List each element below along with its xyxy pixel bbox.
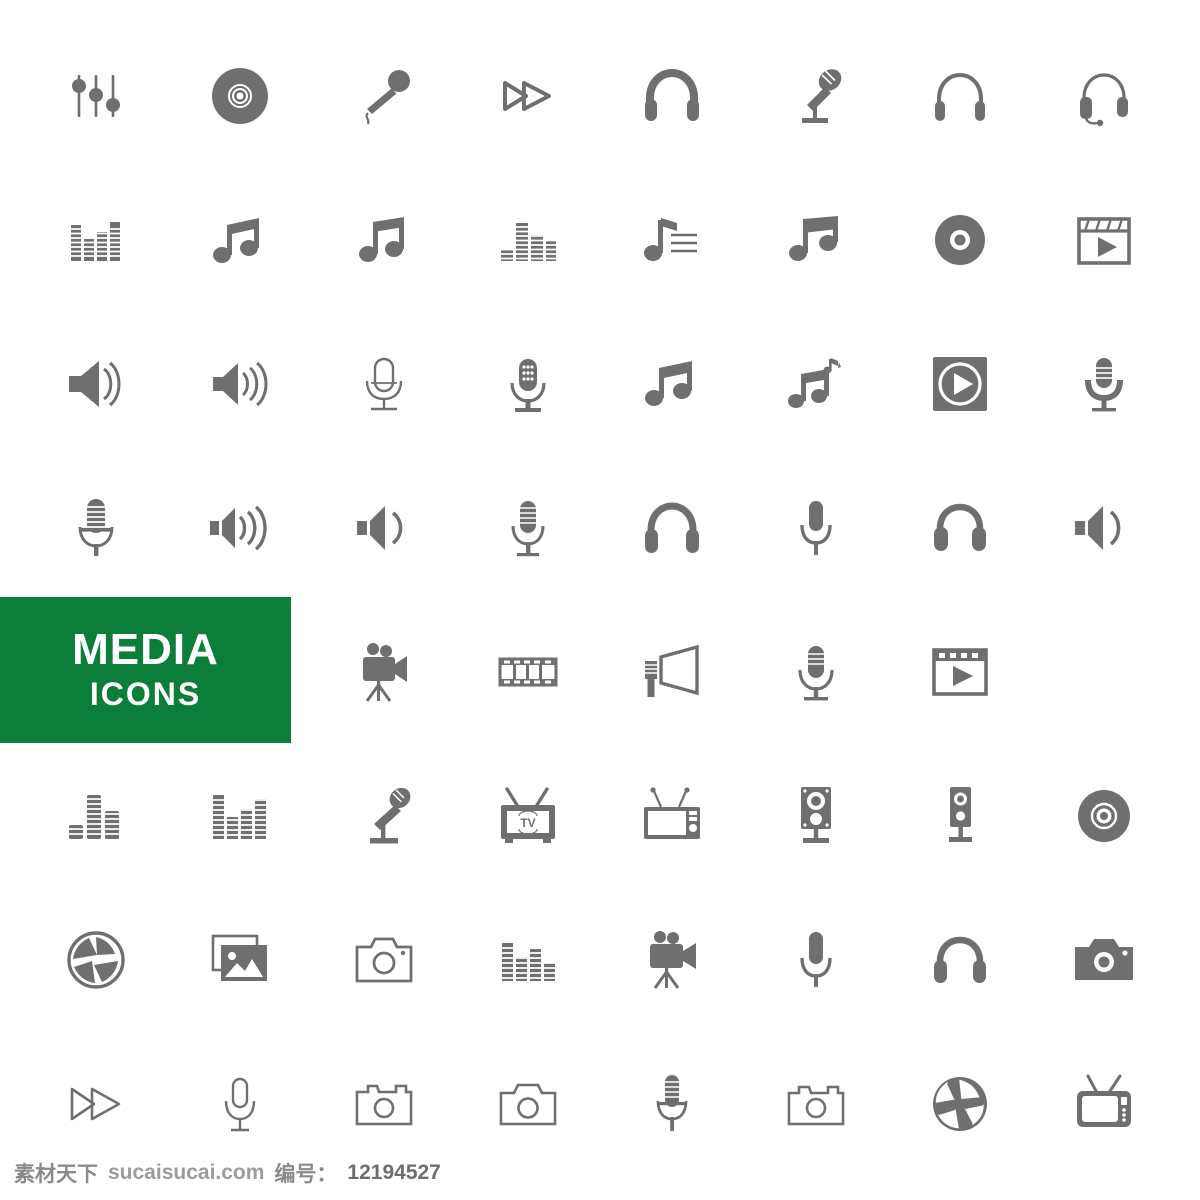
disc-outline-icon[interactable] [1032,744,1176,888]
music-note-beamed-alt-icon[interactable] [312,168,456,312]
row5-empty-cell [1032,600,1176,744]
fast-forward-filled-icon[interactable] [456,24,600,168]
tv-retro-antenna-icon[interactable] [1032,1032,1176,1176]
volume-waves-icon[interactable] [168,456,312,600]
banner-subtitle: ICONS [89,675,202,712]
music-note-pair-icon[interactable] [600,312,744,456]
studio-speaker-icon[interactable] [744,744,888,888]
aperture-solid-icon[interactable] [888,1032,1032,1176]
headphones-compact-icon[interactable] [888,888,1032,1032]
headphones-thick-icon[interactable] [600,456,744,600]
music-note-angled-icon[interactable] [744,168,888,312]
tv-antenna-icon[interactable] [600,744,744,888]
retro-microphone-icon[interactable] [24,456,168,600]
fast-forward-outline-icon[interactable] [24,1032,168,1176]
microphone-solid-icon[interactable] [744,600,888,744]
microphone-outline-stand-icon[interactable] [312,312,456,456]
equalizer-sliders-icon[interactable] [24,24,168,168]
volume-low-icon[interactable] [312,456,456,600]
disc-solid-icon[interactable] [888,168,1032,312]
equalizer-stacked-icon[interactable] [24,744,168,888]
play-button-square-icon[interactable] [888,312,1032,456]
microphone-slim-icon[interactable] [744,456,888,600]
icon-grid: TV [0,0,1200,1152]
equalizer-bars-icon[interactable] [24,168,168,312]
movie-camera-tripod-icon[interactable] [312,600,456,744]
studio-microphone-stand-icon[interactable] [744,24,888,168]
camera-solid-icon[interactable] [1032,888,1176,1032]
condenser-microphone-icon[interactable] [456,456,600,600]
headphones-outline-icon[interactable] [888,24,1032,168]
video-player-icon[interactable] [888,600,1032,744]
video-camera-tripod-icon[interactable] [600,888,744,1032]
icon-sheet: TV MEDIA ICONS 素材天下 sucaisucai.com 编号： 1… [0,0,1200,1200]
equalizer-chart-icon[interactable] [168,744,312,888]
music-notes-extra-icon[interactable] [744,312,888,456]
footer-brand: 素材天下 [14,1163,98,1186]
vintage-microphone-icon[interactable] [1032,312,1176,456]
footer-id-value: 12194527 [347,1161,441,1184]
microphone-pill-icon[interactable] [744,888,888,1032]
footer-id-label: 编号： [274,1163,338,1186]
camera-outline-alt-icon[interactable] [744,1032,888,1176]
handheld-microphone-icon[interactable] [312,24,456,168]
photo-gallery-icon[interactable] [168,888,312,1032]
svg-text:TV: TV [520,816,535,830]
music-playlist-icon[interactable] [600,168,744,312]
volume-single-wave-icon[interactable] [1032,456,1176,600]
microphone-desk-stand-icon[interactable] [312,744,456,888]
banner-title: MEDIA [72,624,219,674]
clapperboard-play-icon[interactable] [1032,168,1176,312]
volume-medium-icon[interactable] [24,312,168,456]
footer-site: sucaisucai.com [108,1161,265,1184]
headset-with-mic-icon[interactable] [1032,24,1176,168]
equalizer-small-icon[interactable] [456,888,600,1032]
headphones-filled-icon[interactable] [600,24,744,168]
camera-outline-icon[interactable] [312,888,456,1032]
volume-high-icon[interactable] [168,312,312,456]
aperture-outline-icon[interactable] [24,888,168,1032]
vintage-mic-stand-icon[interactable] [600,1032,744,1176]
media-icons-banner: MEDIA ICONS [0,597,291,743]
speaker-tall-icon[interactable] [888,744,1032,888]
music-note-beamed-icon[interactable] [168,168,312,312]
footer-watermark: 素材天下 sucaisucai.com 编号： 12194527 [14,1158,441,1188]
microphone-line-icon[interactable] [168,1032,312,1176]
microphone-grill-stand-icon[interactable] [456,312,600,456]
camera-line-alt-icon[interactable] [456,1032,600,1176]
retro-tv-icon[interactable]: TV [456,744,600,888]
equalizer-levels-icon[interactable] [456,168,600,312]
headphones-round-icon[interactable] [888,456,1032,600]
compact-disc-icon[interactable] [168,24,312,168]
camera-line-icon[interactable] [312,1032,456,1176]
film-strip-wide-icon[interactable] [456,600,600,744]
megaphone-icon[interactable] [600,600,744,744]
